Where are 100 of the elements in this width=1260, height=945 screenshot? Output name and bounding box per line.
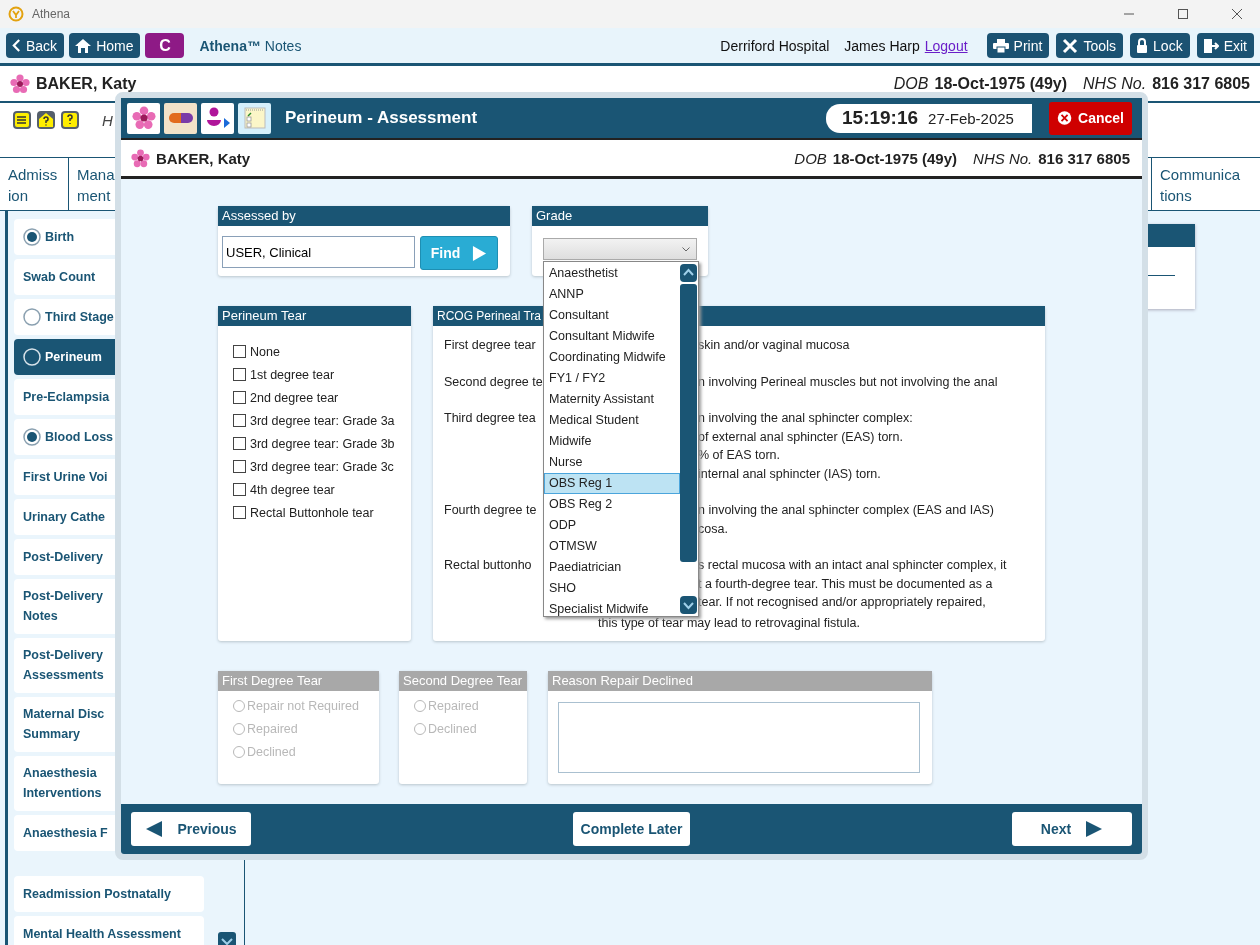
triangle-left-icon	[145, 820, 164, 838]
description-text: skin and/or vaginal mucosa	[698, 337, 850, 354]
triangle-right-icon	[1085, 820, 1104, 838]
sidebar-item[interactable]: Mental Health Assessment	[14, 916, 204, 945]
cancel-button[interactable]: Cancel	[1049, 101, 1132, 135]
dob-label: DOB	[794, 149, 827, 167]
dropdown-option[interactable]: SHO	[544, 578, 680, 599]
dropdown-option[interactable]: Coordinating Midwife	[544, 347, 680, 368]
hospital-name: Derriford Hospital	[720, 37, 830, 54]
window-title: Athena	[32, 7, 71, 21]
toolbar-button[interactable]: Lock	[1130, 33, 1190, 58]
card-title: Second Degree Tear	[399, 671, 527, 691]
dropdown-option[interactable]: Consultant	[544, 305, 680, 326]
sidebar-item[interactable]: Readmission Postnatally	[14, 876, 204, 912]
radio-label: Repaired	[428, 698, 479, 713]
tab[interactable]: Admiss ion	[0, 158, 69, 210]
description-text: internal anal sphincter (IAS) torn.	[698, 465, 882, 483]
app-logo-icon	[8, 6, 24, 22]
dropdown-option[interactable]: FY1 / FY2	[544, 368, 680, 389]
dob-value: 18-Oct-1975 (49y)	[934, 74, 1067, 93]
tab[interactable]: Communica tions	[1151, 158, 1260, 210]
dropdown-option[interactable]: Nurse	[544, 452, 680, 473]
checkbox[interactable]	[233, 437, 246, 450]
patient-name: BAKER, Katy	[156, 149, 251, 167]
dropdown-option[interactable]: Anaesthetist	[544, 263, 680, 284]
dropdown-option[interactable]: Consultant Midwife	[544, 326, 680, 347]
checkbox[interactable]	[233, 460, 246, 473]
date-time-display: 15:19:16 27-Feb-2025	[826, 103, 1032, 133]
patient-name: BAKER, Katy	[36, 74, 137, 93]
back-button[interactable]: Back	[6, 33, 65, 58]
notepad-icon[interactable]	[238, 102, 271, 134]
dropdown-option[interactable]: ANNP	[544, 284, 680, 305]
toolbar-button[interactable]: Exit	[1196, 33, 1254, 58]
dropdown-option[interactable]: Paediatrician	[544, 557, 680, 578]
close-circle-icon	[1057, 108, 1073, 128]
app-name: Athena™ Notes	[199, 37, 302, 54]
home-button[interactable]: Home	[69, 33, 141, 58]
description-text: s rectal mucosa with an intact anal sphincter complex, it	[698, 557, 1007, 574]
tear-degree-label: Second degree te	[444, 373, 543, 391]
description-text: n involving the anal sphincter complex (EAS and IAS)	[698, 502, 994, 519]
dropdown-option[interactable]: Medical Student	[544, 410, 680, 431]
scroll-down-icon[interactable]	[218, 932, 236, 945]
scroll-down-icon[interactable]	[680, 596, 697, 614]
question-icon	[36, 110, 56, 130]
radio-label: Declined	[428, 721, 477, 736]
checkbox-label: 3rd degree tear: Grade 3a	[250, 413, 395, 428]
scroll-up-icon[interactable]	[680, 264, 697, 282]
alert-text: H	[102, 112, 113, 129]
checkbox[interactable]	[233, 345, 246, 358]
checkbox[interactable]	[233, 506, 246, 519]
tear-degree-label: First degree tear	[444, 337, 537, 354]
dropdown-option[interactable]: Maternity Assistant	[544, 389, 680, 410]
assessed-by-field[interactable]: USER, Clinical	[222, 236, 415, 268]
maximize-icon[interactable]	[1177, 8, 1189, 20]
exit-door-icon	[1202, 37, 1219, 54]
dropdown-option[interactable]: Midwife	[544, 431, 680, 452]
dropdown-option[interactable]: ODP	[544, 515, 680, 536]
chevron-left-icon	[12, 39, 21, 52]
reason-field[interactable]	[558, 702, 920, 773]
checkbox[interactable]	[233, 414, 246, 427]
checkbox[interactable]	[233, 483, 246, 496]
card-title: First Degree Tear	[218, 671, 379, 691]
close-icon[interactable]	[1231, 8, 1243, 20]
flower-icon	[131, 148, 150, 168]
description-text: % of EAS torn.	[698, 447, 781, 464]
toolbar-button[interactable]: Print	[986, 33, 1050, 58]
description-text: of external anal sphincter (EAS) torn.	[698, 428, 904, 446]
checkbox-label: 3rd degree tear: Grade 3c	[250, 459, 394, 474]
checkbox-label: None	[250, 344, 280, 359]
nhs-label: NHS No.	[973, 149, 1033, 167]
question-icon	[60, 110, 80, 130]
nhs-label: NHS No.	[1083, 74, 1147, 93]
capsule-icon[interactable]	[164, 102, 197, 134]
complete-later-button[interactable]: Complete Later	[572, 812, 691, 846]
tear-degree-label: Third degree tea	[444, 410, 537, 427]
dob-value: 18-Oct-1975 (49y)	[832, 149, 958, 167]
logout-link[interactable]: Logout	[924, 37, 968, 54]
app-badge-button[interactable]: C	[145, 33, 185, 58]
dialog-title: Perineum - Assessment	[285, 108, 478, 128]
flower-icon[interactable]	[127, 102, 160, 134]
description-text: n involving the anal sphincter complex:	[698, 410, 913, 427]
tear-degree-label: Rectal buttonho	[444, 557, 533, 574]
home-icon	[75, 38, 92, 53]
dropdown-option[interactable]: OBS Reg 2	[544, 494, 680, 515]
tools-icon	[1062, 37, 1079, 54]
nhs-value: 816 317 6805	[1038, 149, 1130, 167]
card-title: Grade	[532, 206, 708, 226]
radio-label: Repair not Required	[247, 698, 359, 713]
checkbox[interactable]	[233, 368, 246, 381]
printer-icon	[992, 38, 1009, 53]
dropdown-option[interactable]: OBS Reg 1	[544, 473, 680, 494]
next-button[interactable]: Next	[1012, 812, 1132, 846]
dropdown-option[interactable]: OTMSW	[544, 536, 680, 557]
play-arrow-icon	[472, 244, 488, 262]
radio-label: Declined	[247, 744, 296, 759]
toolbar-button[interactable]: Tools	[1056, 33, 1124, 58]
previous-button[interactable]: Previous	[131, 812, 251, 846]
scrollbar-thumb[interactable]	[680, 284, 697, 562]
checkbox[interactable]	[233, 391, 246, 404]
lock-icon	[1136, 37, 1149, 54]
